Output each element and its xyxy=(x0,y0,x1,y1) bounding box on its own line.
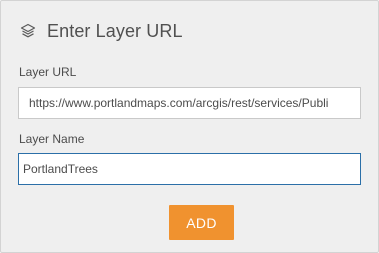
layers-icon xyxy=(19,22,37,40)
enter-layer-url-panel: Enter Layer URL Layer URL Layer Name ADD xyxy=(0,0,379,253)
layer-name-input[interactable] xyxy=(18,153,361,185)
panel-header: Enter Layer URL xyxy=(19,19,183,43)
add-button[interactable]: ADD xyxy=(169,205,234,240)
layer-url-label: Layer URL xyxy=(19,65,77,79)
layer-name-label: Layer Name xyxy=(19,132,85,146)
layer-url-input[interactable] xyxy=(18,87,361,119)
panel-title: Enter Layer URL xyxy=(47,20,183,41)
